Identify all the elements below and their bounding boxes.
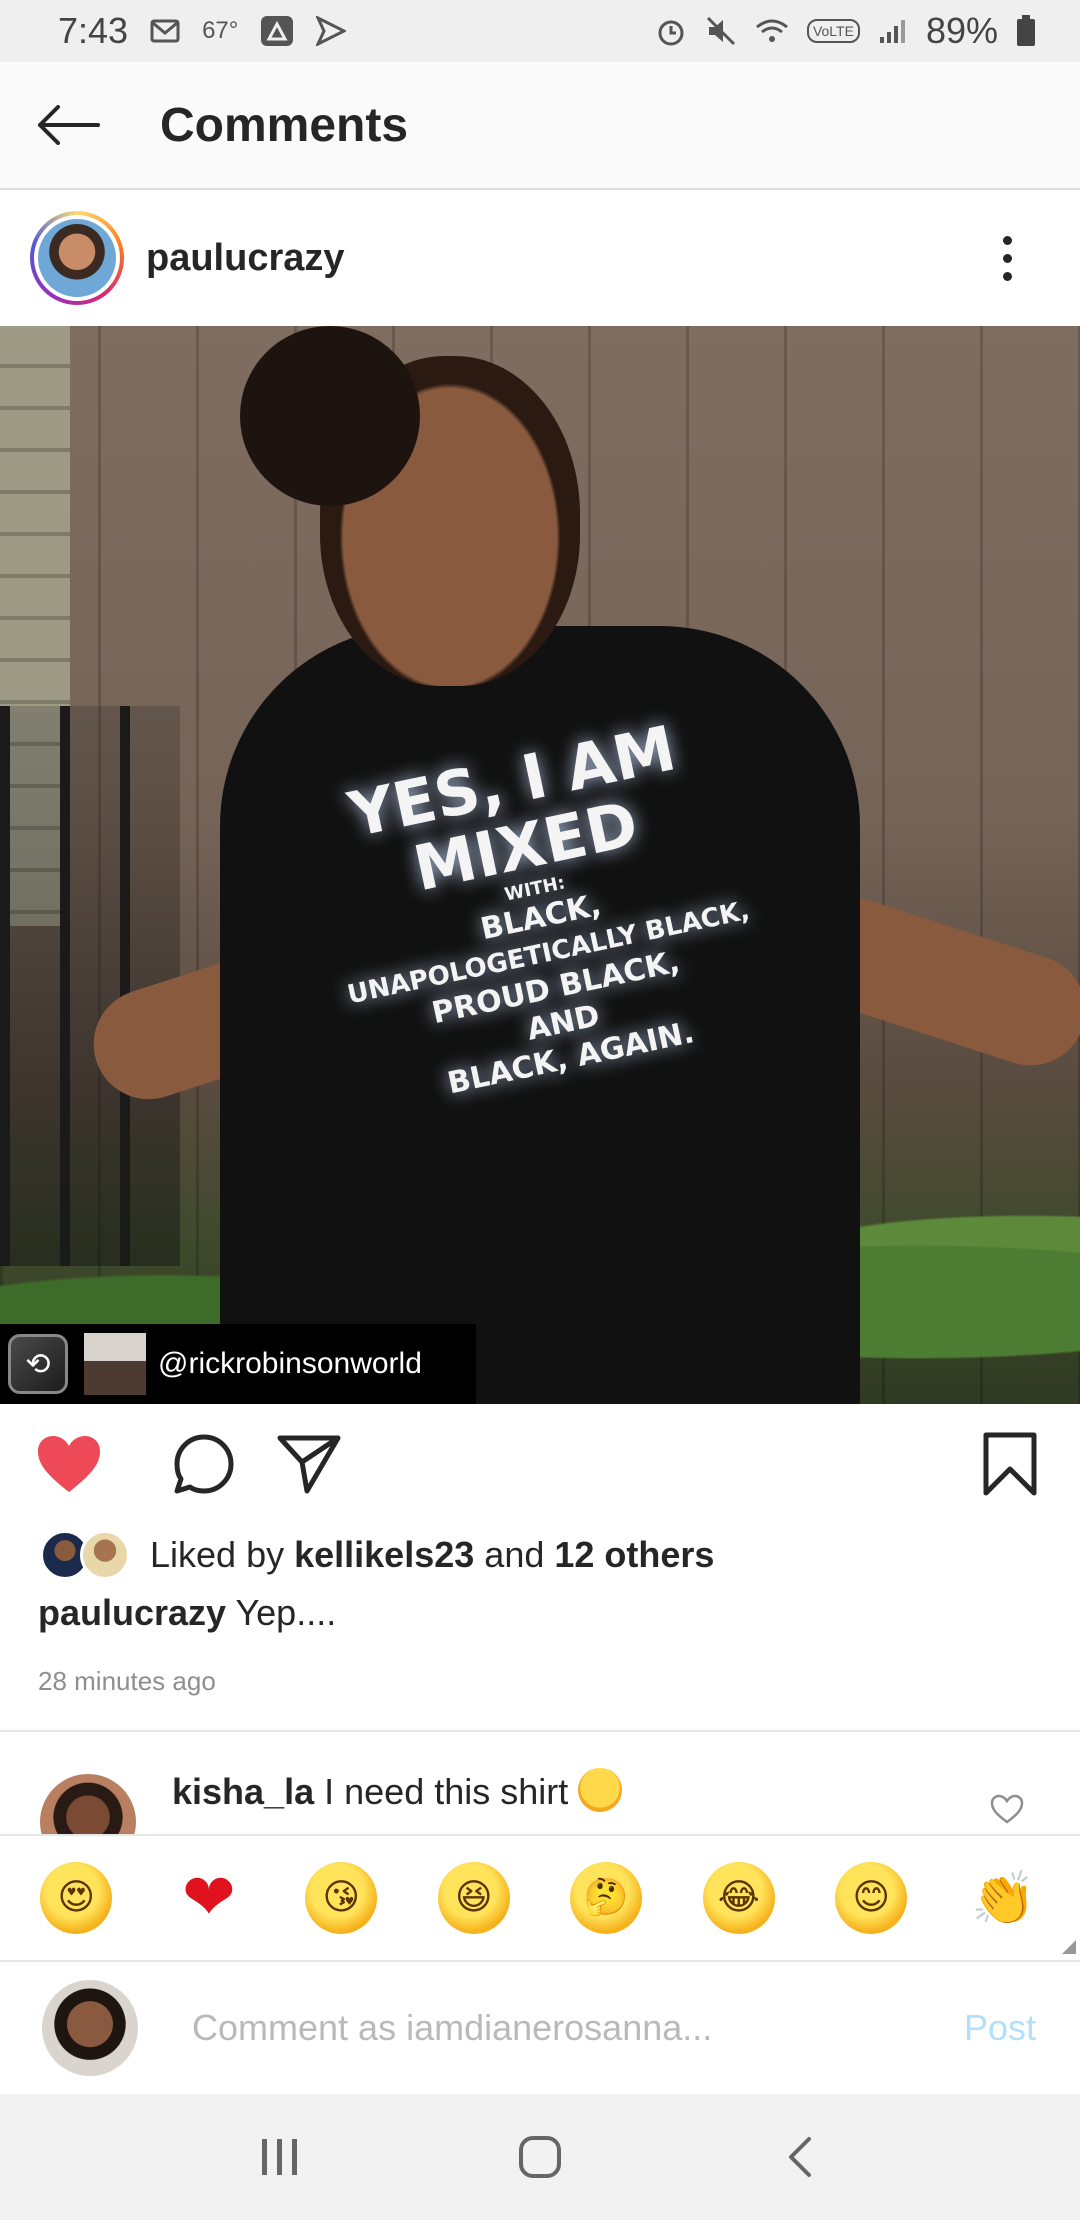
likes-text: Liked by kellikels23 and 12 others	[150, 1534, 714, 1576]
post-action-bar	[0, 1404, 1080, 1524]
signal-icon	[878, 17, 908, 45]
commenter-avatar[interactable]	[40, 1774, 136, 1834]
liker-avatar	[80, 1530, 130, 1580]
post-photo[interactable]: YES, I AM MIXED WITH: BLACK, UNAPOLOGETI…	[0, 326, 1080, 1404]
comment-username[interactable]: kisha_la	[172, 1771, 314, 1812]
comment-body: I need this shirt	[324, 1771, 569, 1812]
more-dot-icon	[1002, 253, 1012, 263]
liker-avatars	[40, 1530, 132, 1580]
repost-thumbnail	[84, 1333, 146, 1395]
page-title: Comments	[160, 98, 409, 152]
resize-handle-icon	[1062, 1940, 1076, 1954]
likes-prefix: Liked by	[150, 1534, 285, 1575]
status-bar: 7:43 67° VoLTE 89%	[0, 0, 1080, 62]
likes-connector: and	[484, 1534, 545, 1575]
back-arrow-icon	[38, 105, 100, 145]
emoji-glyph: 😘	[322, 1877, 361, 1918]
divider	[0, 1730, 1080, 1732]
like-button[interactable]	[34, 1429, 104, 1499]
repost-credit-bar[interactable]: ⟲ @rickrobinsonworld	[0, 1324, 476, 1404]
repost-app-icon: ⟲	[8, 1334, 68, 1394]
comment-button[interactable]	[172, 1432, 236, 1496]
emoji-glyph: 😊	[852, 1877, 891, 1918]
post-comment-button[interactable]: Post	[964, 2007, 1036, 2049]
post-timestamp: 28 minutes ago	[38, 1666, 216, 1696]
battery-icon	[1016, 15, 1036, 47]
status-left: 7:43 67°	[58, 10, 347, 52]
red-heart-emoji-button[interactable]: ❤	[173, 1861, 245, 1935]
status-time: 7:43	[58, 10, 129, 51]
avatar-image	[34, 215, 120, 301]
clap-emoji-button[interactable]: 👏	[968, 1862, 1040, 1934]
comment-input[interactable]	[192, 2007, 792, 2049]
volte-icon: VoLTE	[806, 19, 860, 43]
current-user-avatar	[42, 1980, 138, 2076]
send-icon	[316, 16, 347, 46]
caption-username[interactable]: paulucrazy	[38, 1592, 226, 1633]
photo-person-hair	[240, 326, 420, 506]
more-options-button[interactable]	[992, 228, 1022, 288]
chevron-left-icon	[789, 2137, 811, 2177]
mute-icon	[705, 15, 737, 47]
system-nav-bar	[0, 2094, 1080, 2220]
smile-emoji-button[interactable]: 😊	[835, 1862, 908, 1934]
recent-apps-icon	[262, 2139, 297, 2175]
joy-emoji-button[interactable]: 😂	[702, 1862, 775, 1934]
home-icon	[519, 2136, 561, 2178]
gmail-icon	[150, 19, 180, 43]
laughing-emoji-button[interactable]: 😆	[437, 1862, 510, 1934]
post-author-avatar[interactable]	[30, 211, 124, 305]
more-dot-icon	[1002, 271, 1012, 281]
post-header: paulucrazy	[0, 190, 1080, 326]
laughing-emoji-icon	[578, 1768, 623, 1812]
post-author-username[interactable]: paulucrazy	[146, 237, 345, 280]
emoji-glyph: 😆	[454, 1877, 493, 1918]
thinking-emoji-button[interactable]: 🤔	[570, 1862, 643, 1934]
comment-like-button[interactable]	[990, 1794, 1024, 1829]
back-button[interactable]	[28, 85, 108, 165]
emoji-glyph: ❤	[181, 1861, 236, 1935]
kiss-emoji-button[interactable]: 😘	[305, 1862, 378, 1934]
system-back-button[interactable]	[760, 2117, 840, 2197]
heart-filled-icon	[38, 1436, 100, 1492]
alarm-icon	[655, 15, 687, 47]
emoji-glyph: 😍	[57, 1877, 96, 1918]
bookmark-icon	[983, 1432, 1037, 1496]
recent-apps-button[interactable]	[240, 2117, 320, 2197]
comment-text: kisha_la I need this shirt	[172, 1768, 623, 1813]
battery-percent: 89%	[925, 10, 998, 51]
status-right: VoLTE 89%	[655, 10, 1036, 52]
drive-icon	[260, 15, 294, 47]
heart-eyes-emoji-button[interactable]: 😍	[40, 1862, 113, 1934]
emoji-glyph: 😂	[717, 1877, 760, 1918]
emoji-glyph: 🤔	[583, 1877, 629, 1918]
comment-item: kisha_la I need this shirt	[0, 1750, 1080, 1834]
share-button[interactable]	[276, 1431, 342, 1497]
likes-user[interactable]: kellikels23	[294, 1534, 474, 1575]
comment-composer: Post	[0, 1962, 1080, 2094]
emoji-quick-bar: 😍 ❤ 😘 😆 🤔 😂 😊 👏	[0, 1834, 1080, 1962]
likes-others[interactable]: 12 others	[554, 1534, 714, 1575]
wifi-icon	[755, 17, 789, 45]
save-bookmark-button[interactable]	[980, 1431, 1040, 1497]
likes-summary[interactable]: Liked by kellikels23 and 12 others	[40, 1525, 714, 1585]
repost-credit-handle: @rickrobinsonworld	[158, 1347, 422, 1380]
temperature: 67°	[202, 17, 239, 44]
app-header: Comments	[0, 62, 1080, 190]
post-caption: paulucrazy Yep....	[38, 1592, 336, 1634]
home-button[interactable]	[500, 2117, 580, 2197]
heart-outline-icon	[990, 1794, 1024, 1824]
paper-plane-icon	[277, 1435, 341, 1494]
more-dot-icon	[1002, 235, 1012, 245]
emoji-glyph: 👏	[971, 1868, 1037, 1929]
caption-text: Yep....	[235, 1592, 337, 1633]
comment-bubble-icon	[174, 1434, 234, 1494]
